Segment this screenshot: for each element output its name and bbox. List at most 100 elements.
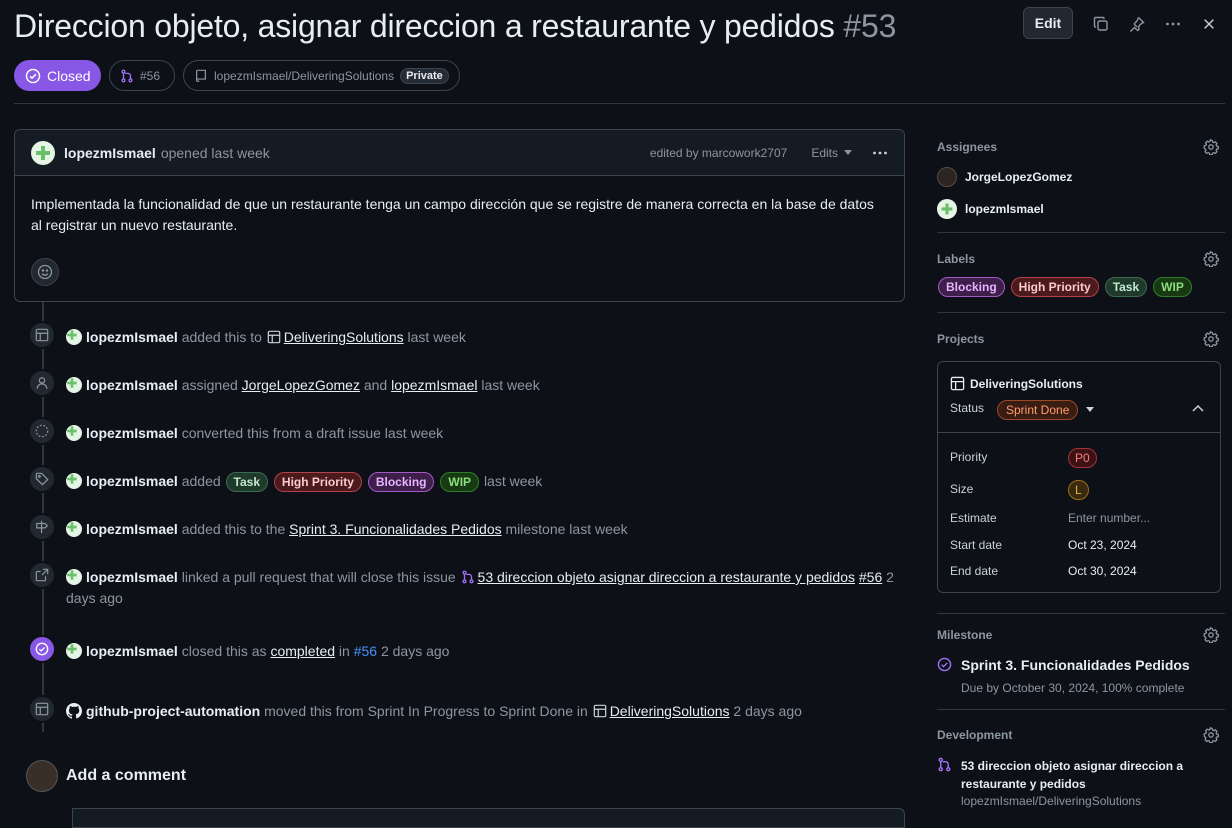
avatar bbox=[937, 167, 957, 187]
assignees-heading: Assignees bbox=[937, 140, 998, 154]
start-date-value[interactable]: Oct 23, 2024 bbox=[1068, 538, 1137, 552]
label-high-priority[interactable]: High Priority bbox=[1010, 277, 1099, 297]
edited-by: edited by marcowork2707 bbox=[649, 145, 788, 160]
event-time: milestone last week bbox=[505, 521, 628, 537]
table-icon bbox=[950, 376, 965, 391]
chevron-up-icon[interactable] bbox=[1192, 404, 1204, 412]
divider bbox=[937, 232, 1225, 233]
pr-link[interactable]: 53 direccion objeto asignar direccion a … bbox=[478, 569, 855, 585]
avatar[interactable] bbox=[66, 329, 82, 345]
event-actor[interactable]: github-project-automation bbox=[86, 703, 260, 719]
estimate-label: Estimate bbox=[950, 511, 997, 525]
timeline-event-added-to-project: lopezmIsmael added this to DeliveringSol… bbox=[28, 321, 898, 349]
linked-pr-number: #56 bbox=[140, 68, 161, 83]
avatar[interactable] bbox=[66, 521, 82, 537]
avatar[interactable] bbox=[66, 377, 82, 393]
draft-issue-icon bbox=[28, 417, 56, 445]
avatar[interactable] bbox=[66, 569, 82, 585]
event-text: assigned bbox=[181, 377, 238, 393]
timeline-event-assigned: lopezmIsmael assigned JorgeLopezGomez an… bbox=[28, 369, 898, 397]
label-wip[interactable]: WIP bbox=[1153, 277, 1192, 297]
avatar bbox=[937, 199, 957, 219]
event-text: converted this from a draft issue last w… bbox=[181, 425, 444, 441]
gear-icon[interactable] bbox=[1203, 627, 1219, 643]
comment-author[interactable]: lopezmIsmael bbox=[64, 145, 156, 161]
size-field[interactable]: L bbox=[1068, 480, 1089, 500]
event-actor[interactable]: lopezmIsmael bbox=[86, 425, 178, 441]
timeline-event-labeled: lopezmIsmael added Task High Priority Bl… bbox=[28, 465, 898, 493]
event-actor[interactable]: lopezmIsmael bbox=[86, 377, 178, 393]
event-actor[interactable]: lopezmIsmael bbox=[86, 329, 178, 345]
close-icon[interactable] bbox=[1197, 12, 1221, 36]
event-actor[interactable]: lopezmIsmael bbox=[86, 569, 178, 585]
pr-number-link[interactable]: #56 bbox=[354, 643, 377, 659]
project-link[interactable]: DeliveringSolutions bbox=[610, 703, 730, 719]
milestone-due: Due by October 30, 2024, 100% complete bbox=[961, 681, 1185, 695]
label-blocking[interactable]: Blocking bbox=[938, 277, 1005, 297]
event-actor[interactable]: lopezmIsmael bbox=[86, 643, 178, 659]
status-dropdown[interactable]: Sprint Done bbox=[997, 400, 1095, 420]
gear-icon[interactable] bbox=[1203, 139, 1219, 155]
event-text: and bbox=[363, 377, 388, 393]
start-date-label: Start date bbox=[950, 538, 1003, 552]
assignee[interactable]: JorgeLopezGomez bbox=[937, 167, 1072, 187]
comment-editor[interactable] bbox=[14, 808, 905, 828]
avatar[interactable] bbox=[66, 643, 82, 659]
event-actor[interactable]: lopezmIsmael bbox=[86, 473, 178, 489]
milestone-link[interactable]: Sprint 3. Funcionalidades Pedidos bbox=[289, 521, 501, 537]
comment-action: opened last week bbox=[160, 144, 270, 161]
label-blocking[interactable]: Blocking bbox=[367, 472, 435, 492]
gear-icon[interactable] bbox=[1203, 251, 1219, 267]
event-actor[interactable]: lopezmIsmael bbox=[86, 521, 178, 537]
pr-number-link[interactable]: #56 bbox=[859, 569, 882, 585]
github-icon[interactable] bbox=[66, 703, 82, 719]
gear-icon[interactable] bbox=[1203, 331, 1219, 347]
add-reaction-button[interactable] bbox=[31, 258, 59, 286]
gear-icon[interactable] bbox=[1203, 727, 1219, 743]
dev-pr-link[interactable]: 53 direccion objeto asignar direccion a … bbox=[961, 757, 1191, 793]
visibility-badge: Private bbox=[400, 67, 449, 84]
pin-icon[interactable] bbox=[1125, 12, 1149, 36]
avatar[interactable] bbox=[31, 140, 55, 165]
label-task[interactable]: Task bbox=[1104, 277, 1148, 297]
assignee[interactable]: lopezmIsmael bbox=[937, 199, 1044, 219]
timeline-event-milestone: lopezmIsmael added this to the Sprint 3.… bbox=[28, 513, 898, 541]
milestone-link[interactable]: Sprint 3. Funcionalidades Pedidos bbox=[961, 657, 1190, 673]
timeline-event-closed: lopezmIsmael closed this as completed in… bbox=[28, 635, 898, 663]
end-date-value[interactable]: Oct 30, 2024 bbox=[1068, 564, 1137, 578]
add-comment-heading: Add a comment bbox=[66, 767, 187, 784]
status-value: Sprint Done bbox=[997, 400, 1079, 420]
more-options-icon[interactable] bbox=[1161, 12, 1185, 36]
linked-pr-pill[interactable]: #56 bbox=[109, 60, 175, 91]
project-name[interactable]: DeliveringSolutions bbox=[950, 376, 1083, 391]
estimate-input[interactable]: Enter number... bbox=[1068, 511, 1150, 525]
event-time: last week bbox=[481, 377, 540, 393]
repo-pill[interactable]: lopezmIsmael/DeliveringSolutions Private bbox=[183, 60, 460, 91]
label-wip[interactable]: WIP bbox=[440, 472, 480, 492]
event-time: last week bbox=[407, 329, 466, 345]
edits-label: Edits bbox=[811, 145, 838, 160]
repo-icon bbox=[195, 69, 206, 82]
milestone-icon bbox=[28, 513, 56, 541]
event-text: moved this from Sprint In Progress to Sp… bbox=[264, 703, 588, 719]
label-high-priority[interactable]: High Priority bbox=[273, 472, 362, 492]
tab-write[interactable] bbox=[14, 808, 73, 828]
comment-menu-icon[interactable] bbox=[872, 145, 888, 161]
project-link[interactable]: DeliveringSolutions bbox=[284, 329, 404, 345]
edits-dropdown[interactable]: Edits bbox=[811, 146, 852, 160]
user-link[interactable]: JorgeLopezGomez bbox=[242, 377, 360, 393]
dev-pr-repo: lopezmIsmael/DeliveringSolutions bbox=[961, 794, 1142, 808]
copy-icon[interactable] bbox=[1089, 12, 1113, 36]
cross-reference-icon bbox=[28, 561, 56, 589]
event-text: added this to bbox=[181, 329, 262, 345]
priority-field[interactable]: P0 bbox=[1068, 448, 1097, 468]
label-task[interactable]: Task bbox=[225, 472, 269, 492]
edit-button[interactable]: Edit bbox=[1023, 7, 1073, 39]
divider bbox=[938, 432, 1220, 433]
pull-request-icon bbox=[461, 570, 474, 584]
avatar[interactable] bbox=[66, 473, 82, 489]
completed-link[interactable]: completed bbox=[270, 643, 335, 659]
avatar[interactable] bbox=[66, 425, 82, 441]
priority-value: P0 bbox=[1068, 448, 1097, 468]
user-link[interactable]: lopezmIsmael bbox=[391, 377, 477, 393]
